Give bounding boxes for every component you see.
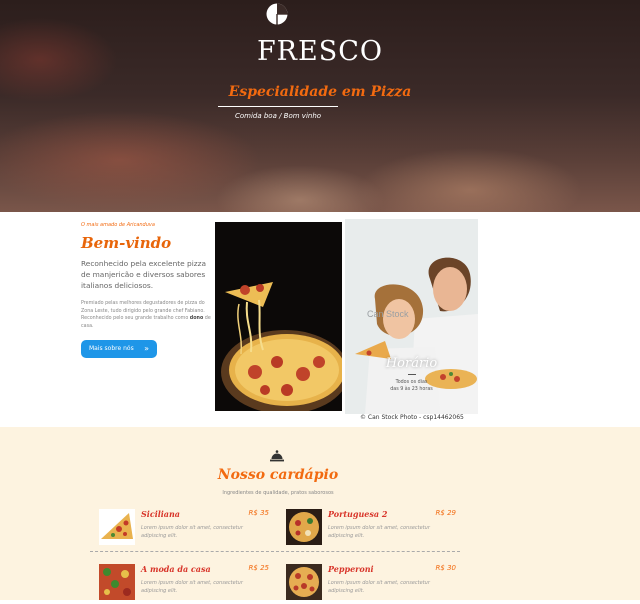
- hours-divider: [407, 374, 416, 375]
- hours-line-2: das 9 às 23 horas: [390, 387, 433, 392]
- menu-title: Nosso cardápio: [217, 467, 339, 483]
- about-more-button[interactable]: Mais sobre nós »: [81, 340, 157, 358]
- menu-item-desc: Lorem ipsum dolor sit amet, consectetur …: [328, 580, 430, 594]
- menu-item-name: Portuguesa 2: [328, 509, 388, 519]
- hours-block: Horário Todos os dias das 9 às 23 horas: [345, 356, 478, 393]
- about-eyebrow: O mais amado de Aricanduva: [81, 222, 155, 228]
- menu-item-thumbnail: [99, 509, 135, 545]
- menu-item-desc: Lorem ipsum dolor sit amet, consectetur …: [141, 580, 243, 594]
- photo-caption: © Can Stock Photo - csp14462065: [360, 414, 464, 421]
- menu-item-siciliana[interactable]: Siciliana R$ 35 Lorem ipsum dolor sit am…: [99, 509, 269, 549]
- menu-item-name: Siciliana: [141, 509, 180, 519]
- couple-photo: Can Stock Horário Todos os dias das 9 às…: [345, 219, 478, 414]
- pizza-photo: [215, 222, 342, 411]
- menu-item-price: R$ 30: [435, 564, 456, 572]
- menu-item-thumbnail: [99, 564, 135, 600]
- about-lead: Reconhecido pela excelente pizza de manj…: [81, 259, 207, 290]
- menu-item-desc: Lorem ipsum dolor sit amet, consectetur …: [328, 525, 430, 539]
- about-small-text: Premiado pelas melhores degustadores de …: [81, 300, 211, 330]
- menu-item-name: Pepperoni: [328, 564, 374, 574]
- menu-item-price: R$ 29: [435, 509, 456, 517]
- menu-item-thumbnail: [286, 564, 322, 600]
- hero-banner: FRESCO Especialidade em Pizza Comida boa…: [0, 0, 640, 212]
- hours-line-1: Todos os dias: [395, 380, 428, 385]
- hero-divider: [218, 106, 338, 107]
- site-title: FRESCO: [256, 36, 384, 67]
- menu-item-portuguesa[interactable]: Portuguesa 2 R$ 29 Lorem ipsum dolor sit…: [286, 509, 456, 549]
- hero-subtitle: Especialidade em Pizza: [228, 84, 412, 100]
- about-heading: Bem-vindo: [81, 234, 172, 252]
- menu-item-price: R$ 25: [248, 564, 269, 572]
- hours-title: Horário: [385, 356, 438, 371]
- watermark-text: Can Stock: [367, 309, 409, 319]
- menu-item-price: R$ 35: [248, 509, 269, 517]
- about-small-bold: dono: [189, 316, 204, 321]
- service-bell-icon: [270, 450, 284, 462]
- menu-divider: [90, 551, 460, 552]
- about-more-label: Mais sobre nós: [89, 345, 134, 352]
- hero-tagline: Comida boa / Bom vinho: [234, 112, 322, 120]
- menu-item-pepperoni[interactable]: Pepperoni R$ 30 Lorem ipsum dolor sit am…: [286, 564, 456, 604]
- menu-item-thumbnail: [286, 509, 322, 545]
- menu-item-desc: Lorem ipsum dolor sit amet, consectetur …: [141, 525, 243, 539]
- menu-section: Nosso cardápio Ingredientes de qualidade…: [0, 427, 640, 600]
- menu-subtitle: Ingredientes de qualidade, pratos saboro…: [222, 490, 334, 496]
- about-section: O mais amado de Aricanduva Bem-vindo Rec…: [0, 212, 640, 427]
- menu-item-a-moda-da-casa[interactable]: A moda da casa R$ 25 Lorem ipsum dolor s…: [99, 564, 269, 604]
- menu-item-name: A moda da casa: [141, 564, 211, 574]
- double-chevron-right-icon: »: [144, 344, 149, 353]
- pie-chart-icon: [266, 3, 288, 25]
- about-small-main: Premiado pelas melhores degustadores de …: [81, 301, 205, 321]
